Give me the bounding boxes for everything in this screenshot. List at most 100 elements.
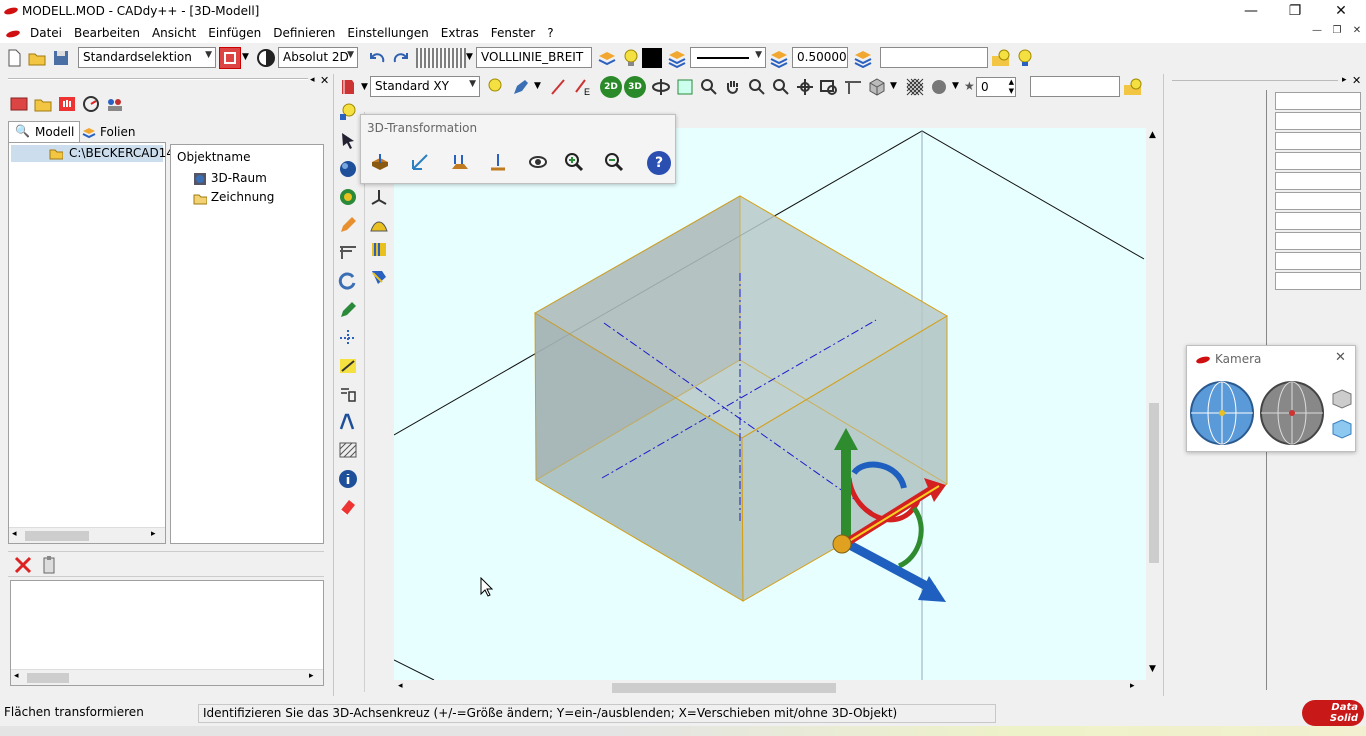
layer-stack-icon[interactable] (666, 47, 688, 69)
zoom-prev-icon[interactable] (818, 76, 840, 98)
vscroll-down-icon[interactable]: ▼ (1149, 664, 1156, 674)
3d-viewport[interactable] (394, 128, 1146, 680)
view-select[interactable]: Standard XY ▼ (370, 76, 480, 97)
viewport-hscroll[interactable]: ◂ ▸ (394, 680, 1146, 696)
menu-ansicht[interactable]: Ansicht (146, 23, 202, 43)
paint-tool-icon[interactable] (368, 266, 390, 288)
properties-hscroll[interactable]: ◂ ▸ (11, 669, 323, 685)
panel-tool-3-icon[interactable] (56, 93, 78, 115)
count-spinner[interactable]: 0 ▲ ▼ (976, 77, 1016, 97)
coordinate-icon[interactable] (255, 47, 277, 69)
mode-2d-button[interactable]: 2D (600, 76, 622, 98)
menu-datei[interactable]: Datei (24, 23, 68, 43)
selection-color-icon[interactable] (219, 47, 241, 69)
vscroll-up-icon[interactable]: ▲ (1149, 130, 1156, 140)
book-dropdown-icon[interactable]: ▼ (361, 82, 368, 92)
camera-cube-blue-icon[interactable] (1331, 418, 1353, 440)
menu-help[interactable]: ? (541, 23, 559, 43)
bulb-icon[interactable] (1014, 47, 1036, 69)
spinner-arrows-icon[interactable]: ▲ ▼ (1009, 78, 1014, 96)
shading-dropdown-icon[interactable]: ▼ (952, 81, 959, 91)
dimension-tool-icon[interactable] (337, 355, 359, 377)
menu-definieren[interactable]: Definieren (267, 23, 341, 43)
right-panel-close-icon[interactable]: ✕ (1352, 74, 1361, 87)
camera-zoom-globe-icon[interactable] (1259, 380, 1325, 446)
mdi-close-button[interactable]: ✕ (1348, 25, 1366, 41)
orbit-icon[interactable] (650, 76, 672, 98)
object-3d-raum[interactable]: 3D-Raum (193, 169, 267, 188)
viewport-vscroll[interactable]: ▲ ▼ (1146, 128, 1162, 680)
minimize-button[interactable]: — (1228, 0, 1274, 23)
zoom-in-view-icon[interactable] (746, 76, 768, 98)
view-eye-icon[interactable] (525, 149, 551, 175)
prop-slot-8[interactable] (1275, 232, 1361, 250)
camera-close-button[interactable]: ✕ (1335, 350, 1346, 365)
eraser-tool-icon[interactable] (337, 495, 359, 517)
line-pattern-icon[interactable] (416, 48, 466, 68)
prop-scroll-left-icon[interactable]: ◂ (14, 671, 19, 681)
hscroll-right-icon[interactable]: ▸ (1130, 681, 1135, 691)
shading-icon[interactable] (928, 76, 950, 98)
info-tool-icon[interactable] (337, 468, 359, 490)
prop-slot-10[interactable] (1275, 272, 1361, 290)
prop-slot-4[interactable] (1275, 152, 1361, 170)
right-panel-pin-icon[interactable]: ▸ (1342, 75, 1347, 85)
vertical-move-icon[interactable] (485, 149, 511, 175)
axis-tool-icon[interactable] (368, 186, 390, 208)
help-button[interactable]: ? (647, 151, 671, 175)
cube-dropdown-icon[interactable]: ▼ (890, 81, 897, 91)
bulb-tool-icon[interactable] (337, 101, 359, 123)
new-file-icon[interactable] (3, 47, 25, 69)
hscroll-left-icon[interactable]: ◂ (398, 681, 403, 691)
vscroll-thumb[interactable] (1149, 403, 1159, 563)
camera-orbit-globe-icon[interactable] (1189, 380, 1255, 446)
mdi-minimize-button[interactable]: — (1308, 25, 1326, 41)
tab-modell[interactable]: 🔍 Modell (8, 121, 80, 142)
panel-tool-1-icon[interactable] (8, 93, 30, 115)
menu-einstellungen[interactable]: Einstellungen (341, 23, 434, 43)
close-button[interactable]: ✕ (1318, 0, 1364, 23)
folder-bulb-view-icon[interactable] (1122, 76, 1144, 98)
panel-tool-4-icon[interactable] (80, 93, 102, 115)
menu-bearbeiten[interactable]: Bearbeiten (68, 23, 146, 43)
panel-tool-2-icon[interactable] (32, 93, 54, 115)
undo-icon[interactable] (366, 47, 388, 69)
surface-tool-icon[interactable] (368, 214, 390, 236)
menu-extras[interactable]: Extras (435, 23, 485, 43)
selection-dropdown-icon[interactable]: ▼ (242, 52, 249, 62)
width-stack-icon[interactable] (852, 47, 874, 69)
color-swatch[interactable] (642, 48, 662, 68)
zoom-all-icon[interactable] (794, 76, 816, 98)
rotate-tool-icon[interactable] (337, 270, 359, 292)
tree-item-path[interactable]: C:\BECKERCAD14 (11, 145, 174, 162)
panel-tool-5-icon[interactable] (104, 93, 126, 115)
right-panel-grip[interactable] (1172, 80, 1338, 81)
clipboard-icon[interactable] (38, 554, 60, 576)
prop-slot-9[interactable] (1275, 252, 1361, 270)
zoom-in-icon[interactable] (561, 149, 587, 175)
scroll-right-icon[interactable]: ▸ (151, 529, 156, 539)
extrude-tool-icon[interactable] (368, 238, 390, 260)
hatch-tool-icon[interactable] (337, 439, 359, 461)
panel-grip[interactable] (8, 78, 308, 80)
prop-slot-7[interactable] (1275, 212, 1361, 230)
edit-line-icon[interactable] (548, 76, 570, 98)
camera-cube-gray-icon[interactable] (1331, 388, 1353, 410)
cube-view-icon[interactable] (866, 76, 888, 98)
selection-mode-select[interactable]: Standardselektion ▼ (78, 47, 216, 68)
rotate-axes-icon[interactable] (407, 149, 433, 175)
tree-hscroll[interactable]: ◂ ▸ (9, 527, 165, 543)
prop-slot-5[interactable] (1275, 172, 1361, 190)
move-face-icon[interactable] (367, 149, 393, 175)
zoom-fit-icon[interactable] (698, 76, 720, 98)
pen-view-icon[interactable] (510, 76, 532, 98)
layer-icon[interactable] (596, 47, 618, 69)
layer-field[interactable] (880, 47, 988, 68)
line-type-field[interactable]: VOLLLINIE_BREIT (476, 47, 592, 68)
globe-tool-icon[interactable] (337, 186, 359, 208)
line-style-select[interactable]: ▼ (690, 47, 766, 68)
panel-close-icon[interactable]: ✕ (320, 74, 329, 87)
sphere-tool-icon[interactable] (337, 158, 359, 180)
caliper-tool-icon[interactable] (337, 242, 359, 264)
folder-bulb-icon[interactable] (990, 47, 1012, 69)
